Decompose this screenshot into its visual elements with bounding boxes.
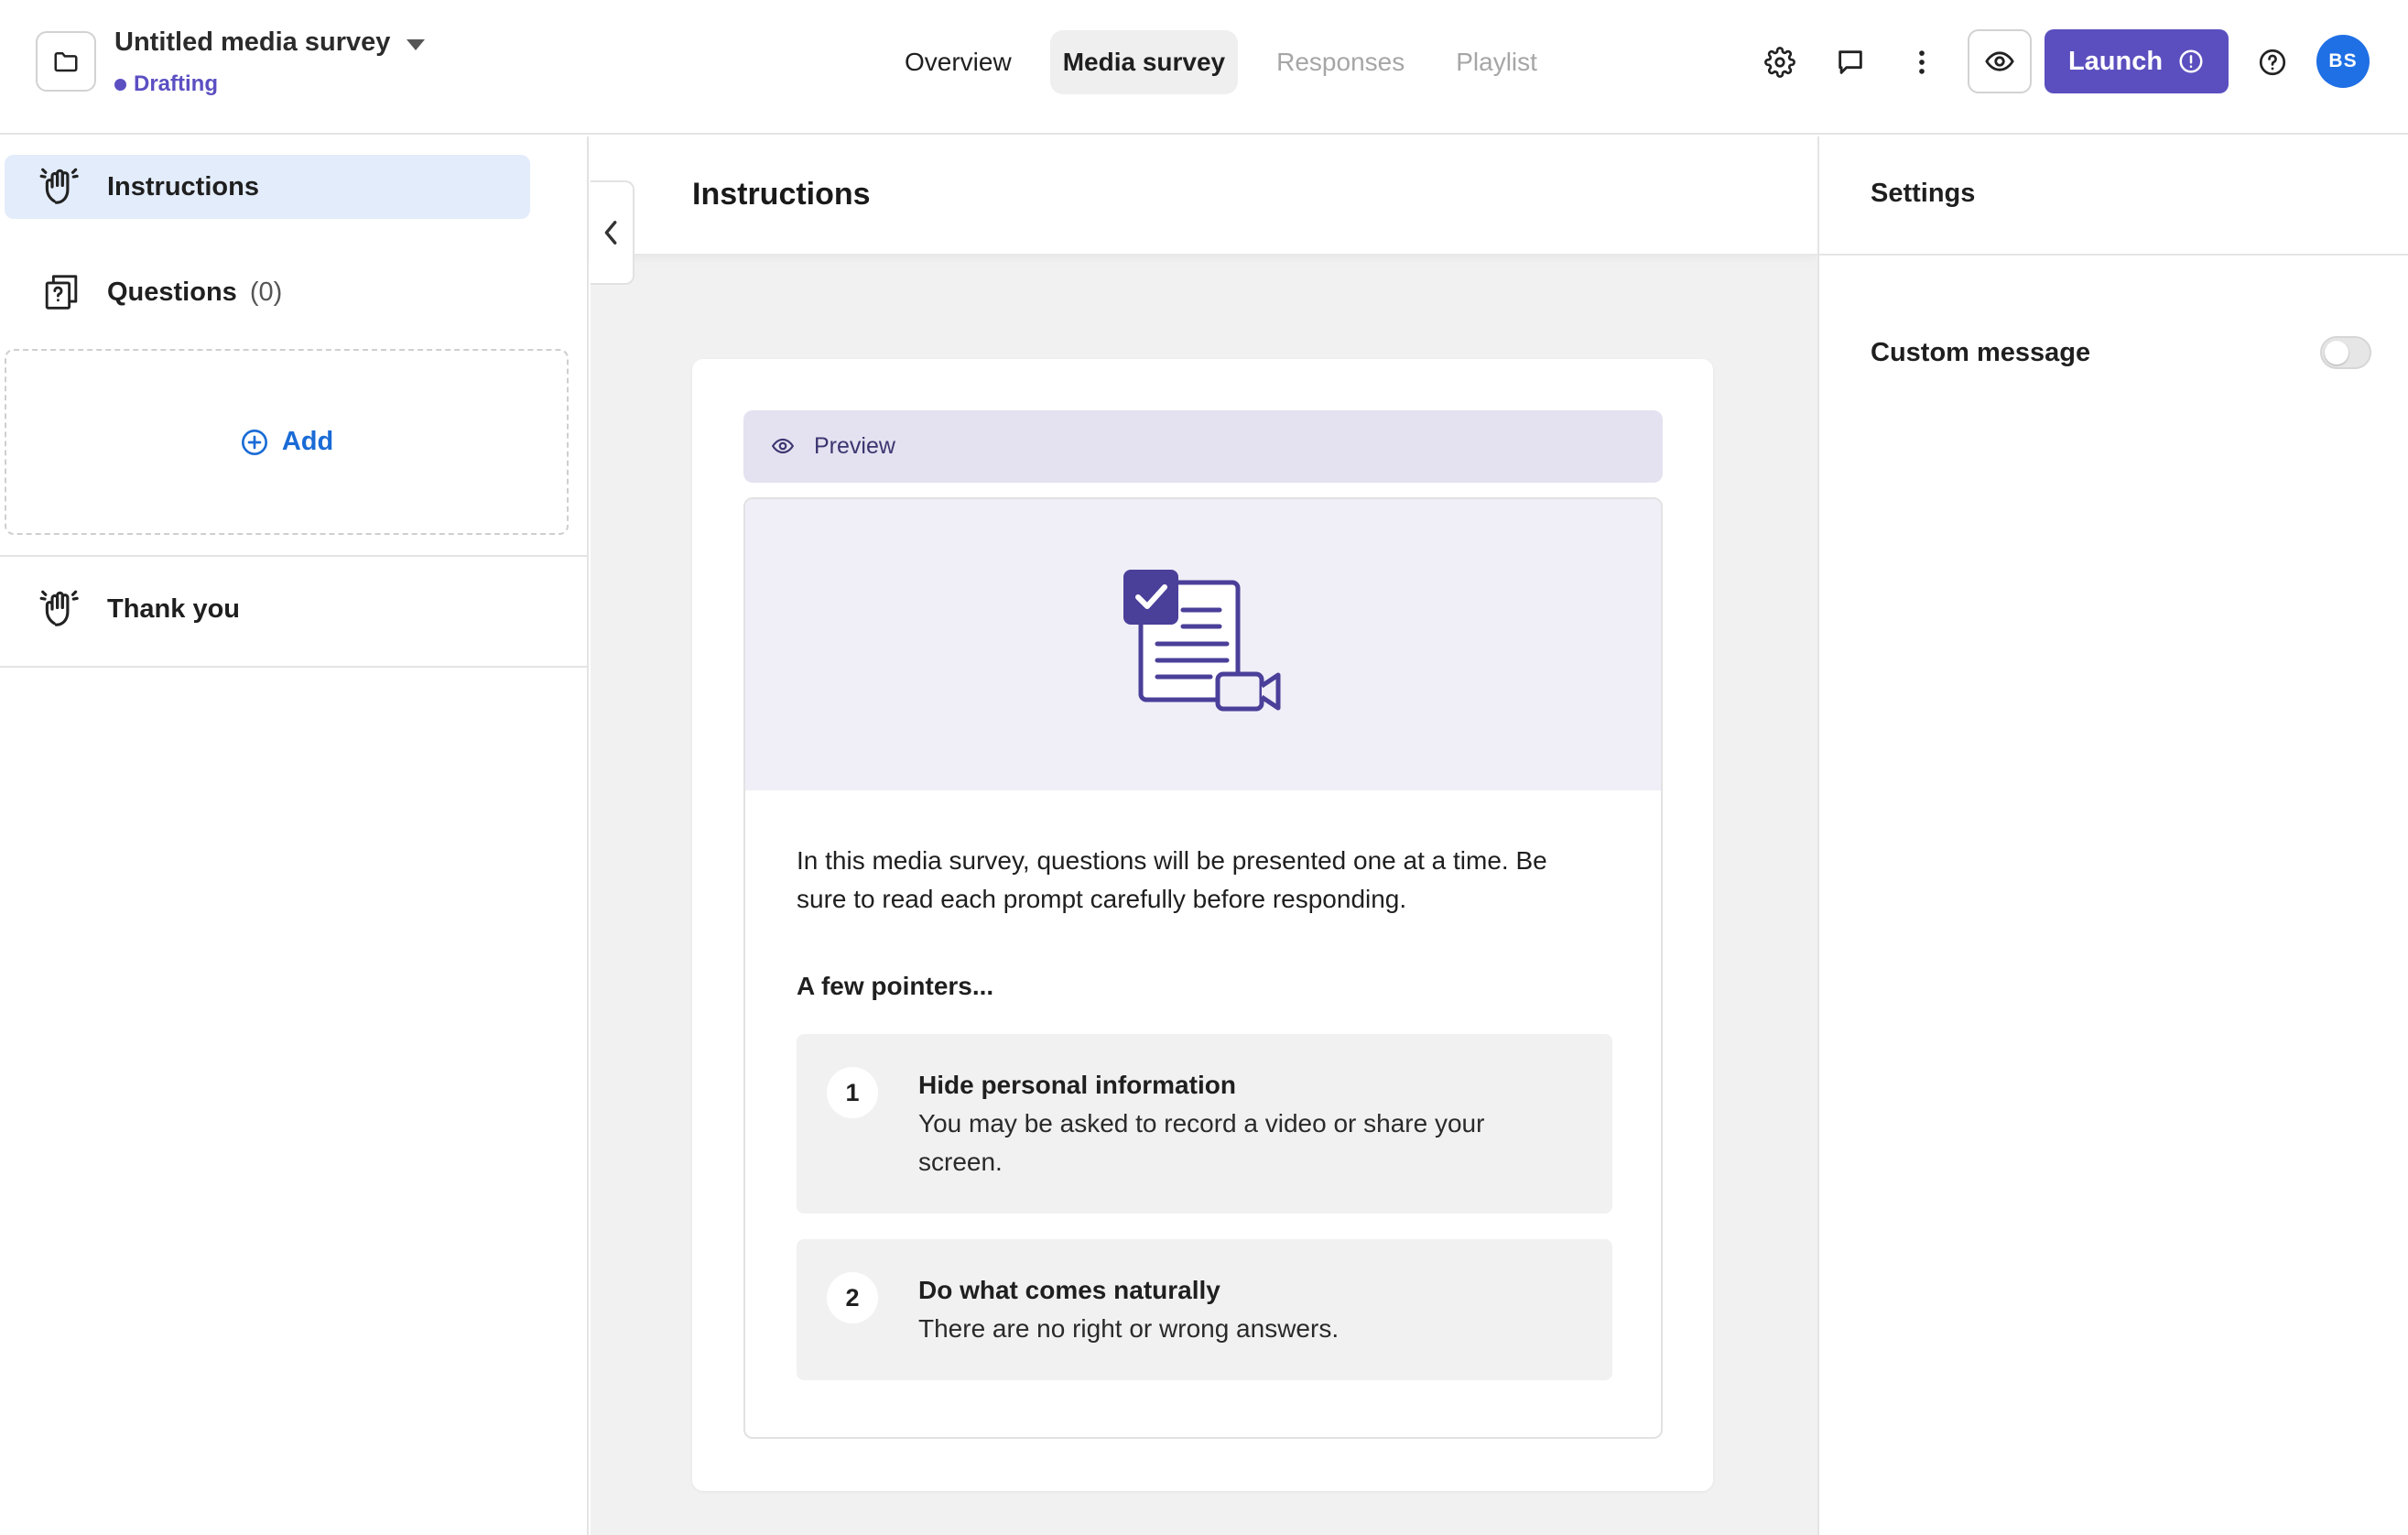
pointer-number: 2 xyxy=(827,1272,878,1323)
add-label: Add xyxy=(281,427,334,456)
questions-count: (0) xyxy=(249,277,283,307)
preview-button[interactable] xyxy=(1968,29,2032,93)
survey-title-dropdown[interactable]: Untitled media survey xyxy=(114,27,426,58)
pointer-number: 1 xyxy=(827,1067,878,1118)
settings-panel: Settings Custom message xyxy=(1817,136,2408,1535)
eye-icon xyxy=(771,438,795,454)
pointer-title: Do what comes naturally xyxy=(918,1276,1220,1304)
main-content: Instructions Preview In this media surve… xyxy=(591,136,1817,1535)
pointer-description: There are no right or wrong answers. xyxy=(918,1314,1340,1343)
folder-icon xyxy=(54,52,78,72)
add-question-button[interactable]: Add xyxy=(5,349,569,535)
tab-media-survey[interactable]: Media survey xyxy=(1049,30,1239,94)
sidebar-item-label: Thank you xyxy=(107,593,241,624)
sidebar-item-thank-you[interactable]: Thank you xyxy=(5,577,530,641)
chevron-left-icon xyxy=(604,221,617,245)
status-badge: Drafting xyxy=(114,71,218,97)
survey-title: Untitled media survey xyxy=(114,27,391,57)
launch-label: Launch xyxy=(2067,46,2164,76)
pointer-item: 1 Hide personal information You may be a… xyxy=(797,1034,1612,1214)
settings-button[interactable] xyxy=(1751,33,1809,92)
pointer-title: Hide personal information xyxy=(918,1071,1236,1099)
content-header: Instructions xyxy=(591,136,1817,256)
help-button[interactable] xyxy=(2243,33,2302,92)
intro-text: In this media survey, questions will be … xyxy=(797,846,1547,913)
status-dot xyxy=(114,78,126,91)
page-title: Instructions xyxy=(692,177,871,212)
instructions-preview: In this media survey, questions will be … xyxy=(743,497,1663,1439)
question-cards-icon xyxy=(35,266,88,319)
questions-label: Questions xyxy=(107,277,237,307)
more-vertical-icon xyxy=(1919,50,1925,74)
eye-icon xyxy=(1985,51,2014,71)
tab-responses[interactable]: Responses xyxy=(1264,30,1417,94)
sidebar-item-instructions[interactable]: Instructions xyxy=(5,155,530,219)
settings-title: Settings xyxy=(1871,179,1976,208)
sidebar-item-questions[interactable]: Questions (0) xyxy=(5,260,530,324)
tab-playlist[interactable]: Playlist xyxy=(1443,30,1550,94)
waving-hand-icon xyxy=(35,582,88,636)
alert-circle-icon xyxy=(2179,49,2203,73)
custom-message-toggle[interactable] xyxy=(2320,336,2371,369)
plus-circle-icon xyxy=(241,429,267,455)
custom-message-label: Custom message xyxy=(1871,338,2091,367)
sidebar: Instructions Questions (0) Add Thank you xyxy=(0,136,589,1535)
waving-hand-icon xyxy=(35,160,88,213)
preview-label: Preview xyxy=(814,433,895,459)
pointers-title: A few pointers... xyxy=(797,972,994,1000)
document-video-illustration-icon xyxy=(1123,570,1281,712)
hero-illustration-area xyxy=(745,499,1661,790)
sidebar-divider xyxy=(0,555,589,557)
folder-button[interactable] xyxy=(36,31,96,92)
main-nav: Overview Media survey Responses Playlist xyxy=(892,30,1550,94)
preview-banner: Preview xyxy=(743,410,1663,483)
avatar[interactable]: BS xyxy=(2316,35,2370,88)
pointer-description: You may be asked to record a video or sh… xyxy=(918,1109,1485,1176)
more-options-button[interactable] xyxy=(1893,33,1951,92)
help-icon xyxy=(2259,49,2286,76)
comment-icon xyxy=(1839,50,1862,74)
collapse-sidebar-button[interactable] xyxy=(591,180,635,285)
sidebar-item-label: Questions (0) xyxy=(107,278,282,308)
toggle-knob xyxy=(2325,341,2348,365)
tab-overview[interactable]: Overview xyxy=(892,30,1025,94)
status-text: Drafting xyxy=(134,71,218,96)
sidebar-item-label: Instructions xyxy=(107,171,259,201)
top-bar: Untitled media survey Drafting Overview … xyxy=(0,0,2408,135)
launch-button[interactable]: Launch xyxy=(2045,29,2229,93)
comments-button[interactable] xyxy=(1821,33,1880,92)
gear-icon xyxy=(1764,47,1795,78)
pointer-item: 2 Do what comes naturally There are no r… xyxy=(797,1239,1612,1380)
instructions-card: Preview In this media survey, questions xyxy=(692,359,1713,1491)
settings-header: Settings xyxy=(1819,136,2408,256)
chevron-down-icon xyxy=(407,38,426,50)
sidebar-divider xyxy=(0,666,589,668)
